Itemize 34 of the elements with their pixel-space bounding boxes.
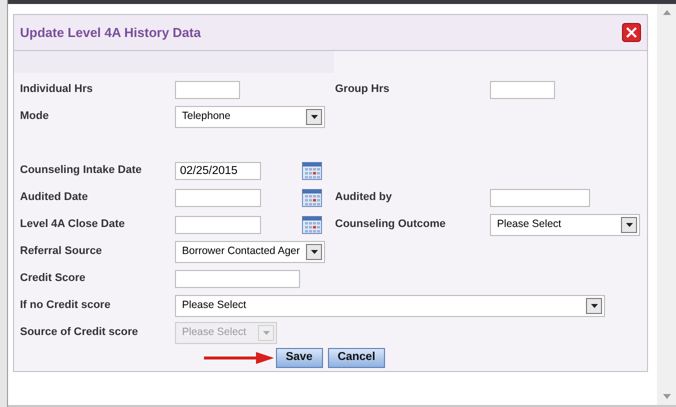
dropdown[interactable]: Please Select <box>175 294 605 316</box>
text-field[interactable] <box>490 188 590 206</box>
date-field[interactable]: 02/25/2015 <box>175 162 261 180</box>
field-label: Mode <box>20 109 50 124</box>
scroll-up-icon[interactable] <box>662 10 670 15</box>
date-field[interactable] <box>175 216 261 234</box>
calendar-icon[interactable] <box>302 188 322 206</box>
form-button[interactable]: Cancel <box>328 348 386 368</box>
field-label: If no Credit score <box>20 298 112 314</box>
close-icon <box>626 27 637 38</box>
text-field[interactable] <box>490 80 555 98</box>
calendar-icon[interactable] <box>302 162 322 180</box>
field-label: Individual Hrs <box>20 82 94 98</box>
text-field[interactable] <box>175 270 300 288</box>
dropdown[interactable]: Telephone <box>175 106 325 128</box>
close-button[interactable] <box>622 23 641 42</box>
dropdown[interactable]: Please Select <box>490 214 640 236</box>
dialog-title: Update Level 4A History Data <box>20 24 201 42</box>
field-label: Referral Source <box>20 244 103 260</box>
field-label: Level 4A Close Date <box>20 217 126 232</box>
field-label: Group Hrs <box>335 82 390 98</box>
field-label: Counseling Outcome <box>335 217 447 232</box>
text-field[interactable] <box>175 80 240 98</box>
date-field[interactable] <box>175 188 261 206</box>
form-button[interactable]: Save <box>276 348 323 368</box>
dropdown[interactable]: Borrower Contacted Ager <box>175 240 325 262</box>
calendar-icon[interactable] <box>302 216 322 234</box>
scroll-down-icon[interactable] <box>662 394 670 399</box>
field-label: Audited Date <box>20 190 89 206</box>
pointer-arrow <box>204 352 274 364</box>
field-label: Counseling Intake Date <box>20 163 143 178</box>
field-label: Audited by <box>335 190 393 206</box>
field-label: Credit Score <box>20 271 86 286</box>
field-label: Source of Credit score <box>20 325 139 340</box>
